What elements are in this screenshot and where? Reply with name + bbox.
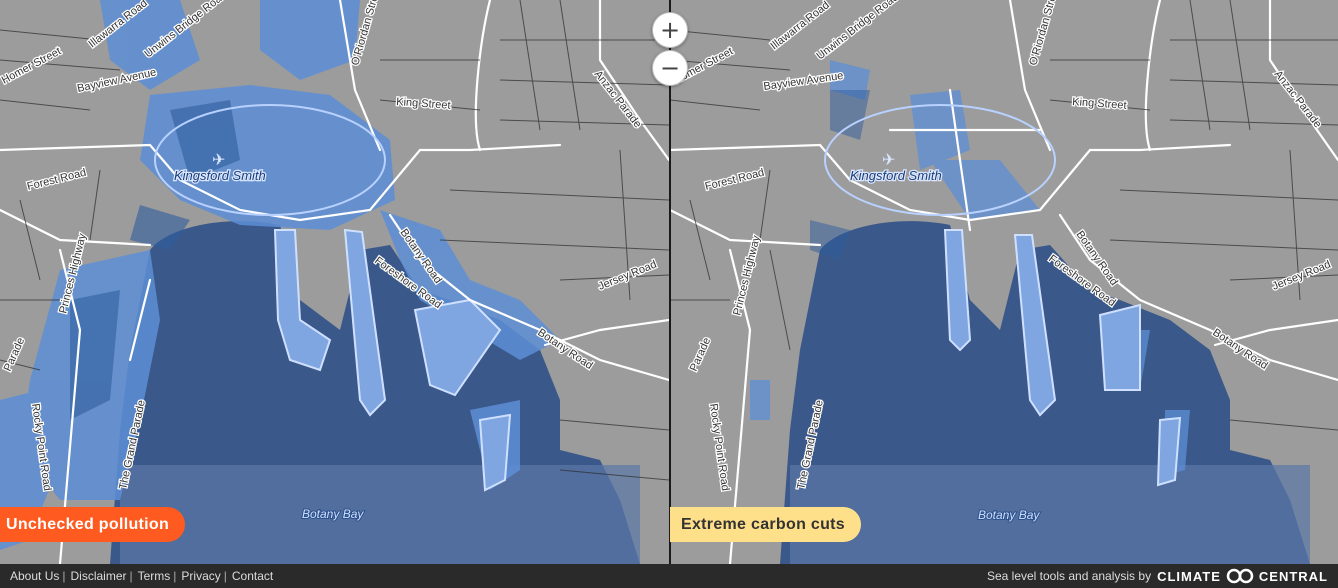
airport-icon: ✈ (212, 152, 225, 169)
footer-link-about-us[interactable]: About Us (10, 569, 59, 583)
footer-separator: | (62, 569, 66, 583)
zoom-in-button[interactable]: + (652, 12, 688, 48)
map-canvas-right[interactable]: ✈ Kingsford Smith Botany Bay Illawarra R… (670, 0, 1338, 564)
footer-links: About Us | Disclaimer | Terms | Privacy | Co… (0, 569, 273, 583)
water-label-botany-bay: Botany Bay (978, 508, 1040, 522)
place-label-kingsford-smith: Kingsford Smith (174, 168, 266, 183)
footer-link-privacy[interactable]: Privacy (181, 569, 220, 583)
water-label-botany-bay: Botany Bay (302, 507, 364, 521)
map-pane-extreme-carbon-cuts[interactable]: ✈ Kingsford Smith Botany Bay Illawarra R… (670, 0, 1338, 564)
comparison-divider[interactable] (669, 0, 671, 588)
footer-separator: | (173, 569, 177, 583)
scenario-label-extreme-carbon-cuts: Extreme carbon cuts (670, 507, 861, 542)
climate-central-logo[interactable]: CLIMATE CENTRAL (1157, 568, 1328, 584)
footer-link-terms[interactable]: Terms (138, 569, 171, 583)
scenario-label-unchecked-pollution: Unchecked pollution (0, 507, 186, 542)
map-pane-unchecked-pollution[interactable]: ✈ Kingsford Smith Botany Bay Illawarra R… (0, 0, 669, 564)
zoom-out-button[interactable]: − (652, 50, 688, 86)
footer-bar: About Us | Disclaimer | Terms | Privacy | Co… (0, 564, 1338, 588)
footer-separator: | (129, 569, 133, 583)
place-label-kingsford-smith: Kingsford Smith (850, 168, 942, 183)
infinity-logo-icon (1226, 568, 1254, 584)
brand-right-text: CENTRAL (1258, 568, 1328, 584)
footer-credit: Sea level tools and analysis by CLIMATE … (987, 564, 1328, 588)
brand-left-text: CLIMATE (1157, 568, 1221, 584)
credit-text: Sea level tools and analysis by (986, 569, 1152, 583)
footer-separator: | (223, 569, 227, 583)
airport-icon: ✈ (882, 152, 895, 169)
footer-link-contact[interactable]: Contact (232, 569, 273, 583)
map-canvas-left[interactable]: ✈ Kingsford Smith Botany Bay Illawarra R… (0, 0, 669, 564)
footer-link-disclaimer[interactable]: Disclaimer (70, 569, 126, 583)
